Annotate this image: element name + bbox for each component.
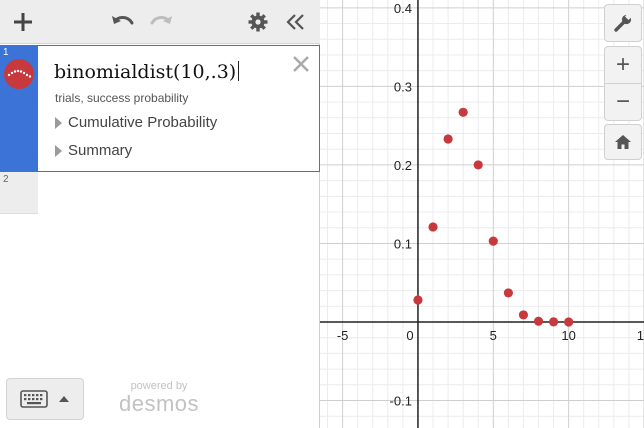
keyboard-icon xyxy=(20,390,48,408)
y-tick-label: 0.2 xyxy=(394,158,412,173)
cumulative-probability-toggle[interactable]: Cumulative Probability xyxy=(55,114,217,131)
x-tick-label: -5 xyxy=(337,328,349,343)
desmos-logo: desmos xyxy=(118,391,200,416)
data-point xyxy=(443,134,453,144)
data-point xyxy=(503,288,513,298)
gear-icon xyxy=(248,12,268,32)
tick-labels: -5 0 5 10 15 0.4 0.3 0.2 0.1 -0.1 xyxy=(337,1,644,409)
points-icon xyxy=(7,69,32,78)
text-caret xyxy=(238,61,240,81)
expression-index: 1 xyxy=(3,47,9,58)
graph-settings-button[interactable] xyxy=(604,4,642,42)
graph-paper[interactable]: -5 0 5 10 15 0.4 0.3 0.2 0.1 -0.1 xyxy=(320,0,644,428)
expression-row[interactable]: 1 binomialdist(10,.3) trials, success pr… xyxy=(0,45,320,172)
expression-gutter: 1 xyxy=(0,45,38,172)
toggle-label: Cumulative Probability xyxy=(68,114,218,131)
data-point xyxy=(564,317,574,327)
y-tick-label: 0.3 xyxy=(394,79,412,94)
triangle-right-icon xyxy=(55,116,62,129)
toolbar xyxy=(0,0,320,44)
graph-canvas[interactable]: -5 0 5 10 15 0.4 0.3 0.2 0.1 -0.1 xyxy=(320,0,644,428)
plus-icon xyxy=(14,13,32,31)
settings-button[interactable] xyxy=(243,0,273,44)
close-icon[interactable] xyxy=(291,54,311,74)
major-gridlines xyxy=(320,0,644,428)
undo-icon xyxy=(112,16,134,25)
expression-row[interactable]: 2 xyxy=(0,172,320,214)
undo-button[interactable] xyxy=(108,0,138,44)
x-tick-label: 15 xyxy=(637,328,644,343)
data-point xyxy=(518,310,529,320)
expression-index: 2 xyxy=(3,174,9,185)
expression-panel: 1 binomialdist(10,.3) trials, success pr… xyxy=(0,0,320,428)
data-point xyxy=(458,107,468,117)
argument-hint: trials, success probability xyxy=(55,91,189,105)
collapse-panel-button[interactable] xyxy=(282,0,310,44)
redo-icon xyxy=(150,16,172,25)
expression-editor[interactable]: binomialdist(10,.3) trials, success prob… xyxy=(38,45,320,172)
minus-icon: − xyxy=(615,88,630,115)
caret-up-icon xyxy=(59,396,69,402)
redo-button[interactable] xyxy=(146,0,176,44)
zoom-out-button[interactable]: − xyxy=(604,83,642,121)
data-point xyxy=(413,295,423,305)
y-tick-label: 0.1 xyxy=(394,236,412,251)
triangle-right-icon xyxy=(55,144,62,157)
axes xyxy=(320,0,644,428)
data-point xyxy=(533,316,544,326)
toggle-label: Summary xyxy=(68,142,133,159)
y-tick-label: 0.4 xyxy=(394,1,412,16)
plus-icon: + xyxy=(615,51,630,78)
data-point xyxy=(548,317,559,327)
summary-toggle[interactable]: Summary xyxy=(55,142,132,159)
home-icon xyxy=(615,135,631,149)
zoom-in-button[interactable]: + xyxy=(604,46,642,84)
expression-gutter: 2 xyxy=(0,172,38,214)
expression-formula[interactable]: binomialdist(10,.3) xyxy=(54,61,240,83)
data-point xyxy=(473,160,483,170)
desmos-branding[interactable]: powered by desmos xyxy=(118,380,200,416)
x-tick-label: 5 xyxy=(490,328,497,343)
y-tick-label: -0.1 xyxy=(390,394,412,409)
x-tick-label: 10 xyxy=(561,328,575,343)
default-viewport-button[interactable] xyxy=(604,124,642,160)
minor-gridlines xyxy=(320,0,644,428)
add-expression-button[interactable] xyxy=(8,0,38,44)
keyboard-toggle-button[interactable] xyxy=(6,378,84,420)
data-point xyxy=(488,236,498,246)
double-chevron-left-icon xyxy=(286,14,304,30)
data-point xyxy=(428,222,438,232)
color-swatch[interactable] xyxy=(4,59,34,89)
wrench-icon xyxy=(614,13,633,32)
x-tick-label: 0 xyxy=(406,328,413,343)
